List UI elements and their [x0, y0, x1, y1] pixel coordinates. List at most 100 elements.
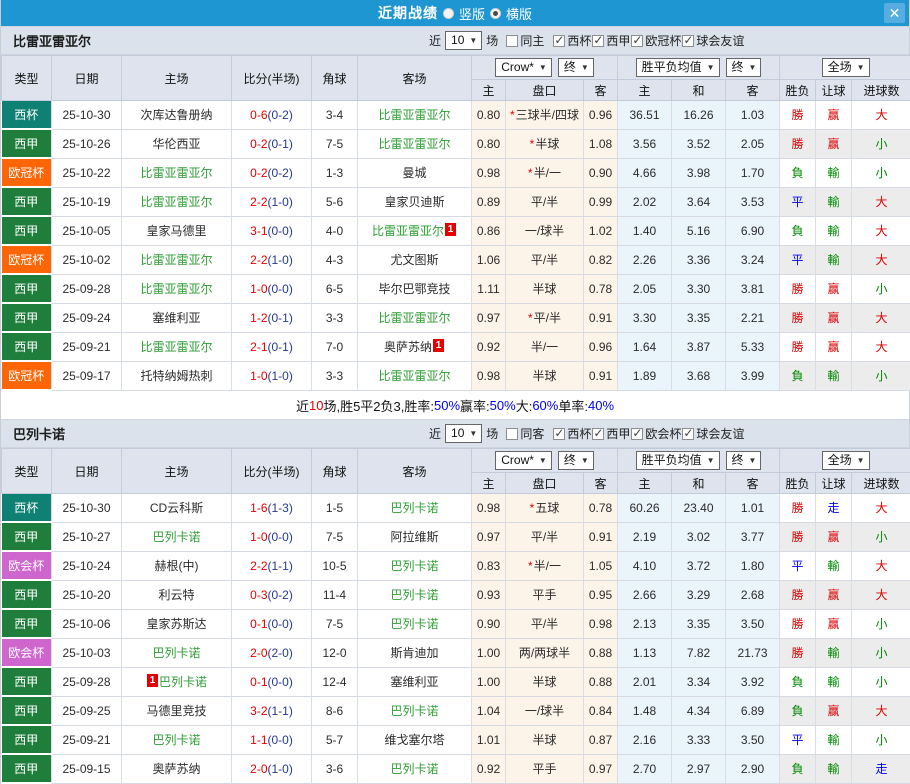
odds-home: 0.80 [472, 129, 506, 158]
checked-checkbox-icon [631, 428, 643, 440]
column-header-home: 主场 [122, 56, 232, 101]
full-time-score: 0-6 [250, 108, 267, 122]
radio-horizontal-layout[interactable] [490, 8, 501, 19]
checkbox-欧会杯[interactable]: 欧会杯 [631, 425, 681, 442]
checked-checkbox-icon [553, 35, 565, 47]
odds-handicap: *五球 [506, 494, 584, 523]
avg-draw: 3.72 [672, 551, 726, 580]
checkbox-西甲[interactable]: 西甲 [592, 425, 630, 442]
avg-time-select[interactable]: 终 [726, 58, 762, 77]
avg-type-select[interactable]: 胜平负均值 [636, 58, 720, 77]
match-type-badge: 西甲 [2, 216, 52, 245]
games-count-select[interactable]: 10 [445, 31, 482, 50]
avg-header-cell: 胜平负均值 终 [618, 449, 780, 473]
checkbox-同主[interactable]: 同主 [506, 32, 544, 49]
corner-score: 3-3 [312, 361, 358, 390]
corner-score: 7-5 [312, 609, 358, 638]
odds-away: 0.96 [584, 101, 618, 130]
odds-handicap: 一/球半 [506, 216, 584, 245]
full-time-score: 2-2 [250, 195, 267, 209]
verdict-handicap: 輸 [816, 725, 852, 754]
odds-handicap: *平/半 [506, 303, 584, 332]
checkbox-西杯[interactable]: 西杯 [553, 425, 591, 442]
away-team-name: 巴列卡诺 [390, 762, 438, 776]
full-time-score: 0-1 [250, 675, 267, 689]
match-date: 25-10-06 [52, 609, 122, 638]
verdict-goals: 小 [852, 725, 910, 754]
checkbox-欧冠杯[interactable]: 欧冠杯 [631, 32, 681, 49]
away-team-cell: 比雷亚雷亚尔 [358, 101, 472, 130]
checkbox-西甲[interactable]: 西甲 [592, 32, 630, 49]
games-count-select[interactable]: 10 [445, 424, 482, 443]
subheader-handicap: 盘口 [506, 473, 584, 494]
avg-time-select[interactable]: 终 [726, 451, 762, 470]
checkbox-label: 西杯 [567, 425, 591, 442]
odds-source-select[interactable]: Crow* [495, 58, 552, 77]
games-label: 场 [486, 32, 498, 49]
odds-handicap: 平手 [506, 580, 584, 609]
checkbox-球会友谊[interactable]: 球会友谊 [682, 425, 744, 442]
match-date: 25-10-27 [52, 522, 122, 551]
half-time-score: (1-1) [268, 704, 293, 718]
odds-time-select[interactable]: 终 [558, 451, 594, 470]
matches-tbody: 西杯25-10-30次库达鲁册纳0-6(0-2)3-4比雷亚雷亚尔0.80*三球… [2, 101, 910, 391]
checkbox-球会友谊[interactable]: 球会友谊 [682, 32, 744, 49]
avg-home: 2.16 [618, 725, 672, 754]
column-header-score: 比分(半场) [232, 449, 312, 494]
radio-horizontal-label[interactable]: 横版 [506, 4, 532, 23]
verdict-handicap: 輸 [816, 667, 852, 696]
checkbox-同客[interactable]: 同客 [506, 425, 544, 442]
column-header-type: 类型 [2, 449, 52, 494]
recent-results-window: 近期战绩 竖版 横版 比雷亚雷亚尔 近 10 场 同主西杯西甲欧冠杯球会友谊 类… [0, 0, 910, 784]
odds-handicap: *半球 [506, 129, 584, 158]
full-time-score: 3-2 [250, 704, 267, 718]
summary-segment: 近 [296, 396, 309, 415]
match-date: 25-09-21 [52, 332, 122, 361]
column-header-score: 比分(半场) [232, 56, 312, 101]
home-team-cell: 皇家马德里 [122, 216, 232, 245]
scope-select[interactable]: 全场 [822, 451, 870, 470]
home-team-name: 巴列卡诺 [159, 675, 207, 689]
odds-source-select[interactable]: Crow* [495, 451, 552, 470]
avg-draw: 4.34 [672, 696, 726, 725]
odds-away: 0.78 [584, 274, 618, 303]
corner-score: 3-4 [312, 101, 358, 130]
avg-draw: 16.26 [672, 101, 726, 130]
away-team-cell: 巴列卡诺 [358, 580, 472, 609]
filter-bar: 近 10 场 同主西杯西甲欧冠杯球会友谊 [429, 27, 744, 54]
summary-segment: 10 [309, 398, 323, 413]
match-date: 25-10-02 [52, 245, 122, 274]
subheader-odds-away: 客 [584, 473, 618, 494]
verdict-result: 平 [780, 187, 816, 216]
subheader-avg-home: 主 [618, 80, 672, 101]
asterisk-icon: * [510, 108, 515, 122]
checkbox-label: 同客 [520, 425, 544, 442]
games-label: 场 [486, 425, 498, 442]
verdict-goals: 小 [852, 609, 910, 638]
odds-time-select[interactable]: 终 [558, 58, 594, 77]
titlebar: 近期战绩 竖版 横版 [1, 0, 909, 26]
avg-away: 3.81 [726, 274, 780, 303]
verdict-goals: 大 [852, 101, 910, 130]
close-button[interactable] [884, 3, 905, 23]
odds-handicap: 平手 [506, 754, 584, 783]
match-type-badge: 西甲 [2, 522, 52, 551]
avg-draw: 23.40 [672, 494, 726, 523]
away-team-cell: 曼城 [358, 158, 472, 187]
avg-type-select[interactable]: 胜平负均值 [636, 451, 720, 470]
home-team-cell: 比雷亚雷亚尔 [122, 274, 232, 303]
section-header-team1: 比雷亚雷亚尔 近 10 场 同主西杯西甲欧冠杯球会友谊 [1, 26, 909, 55]
home-team-cell: 托特纳姆热刺 [122, 361, 232, 390]
home-team-name: 比雷亚雷亚尔 [140, 340, 212, 354]
radio-vertical-layout[interactable] [443, 8, 454, 19]
avg-away: 3.77 [726, 522, 780, 551]
verdict-handicap: 輸 [816, 216, 852, 245]
match-score-cell: 1-2(0-1) [232, 303, 312, 332]
radio-vertical-label[interactable]: 竖版 [459, 4, 485, 23]
half-time-score: (1-3) [268, 501, 293, 515]
match-type-badge: 欧冠杯 [2, 158, 52, 187]
scope-select[interactable]: 全场 [822, 58, 870, 77]
away-team-cell: 巴列卡诺 [358, 754, 472, 783]
verdict-goals: 小 [852, 361, 910, 390]
checkbox-西杯[interactable]: 西杯 [553, 32, 591, 49]
